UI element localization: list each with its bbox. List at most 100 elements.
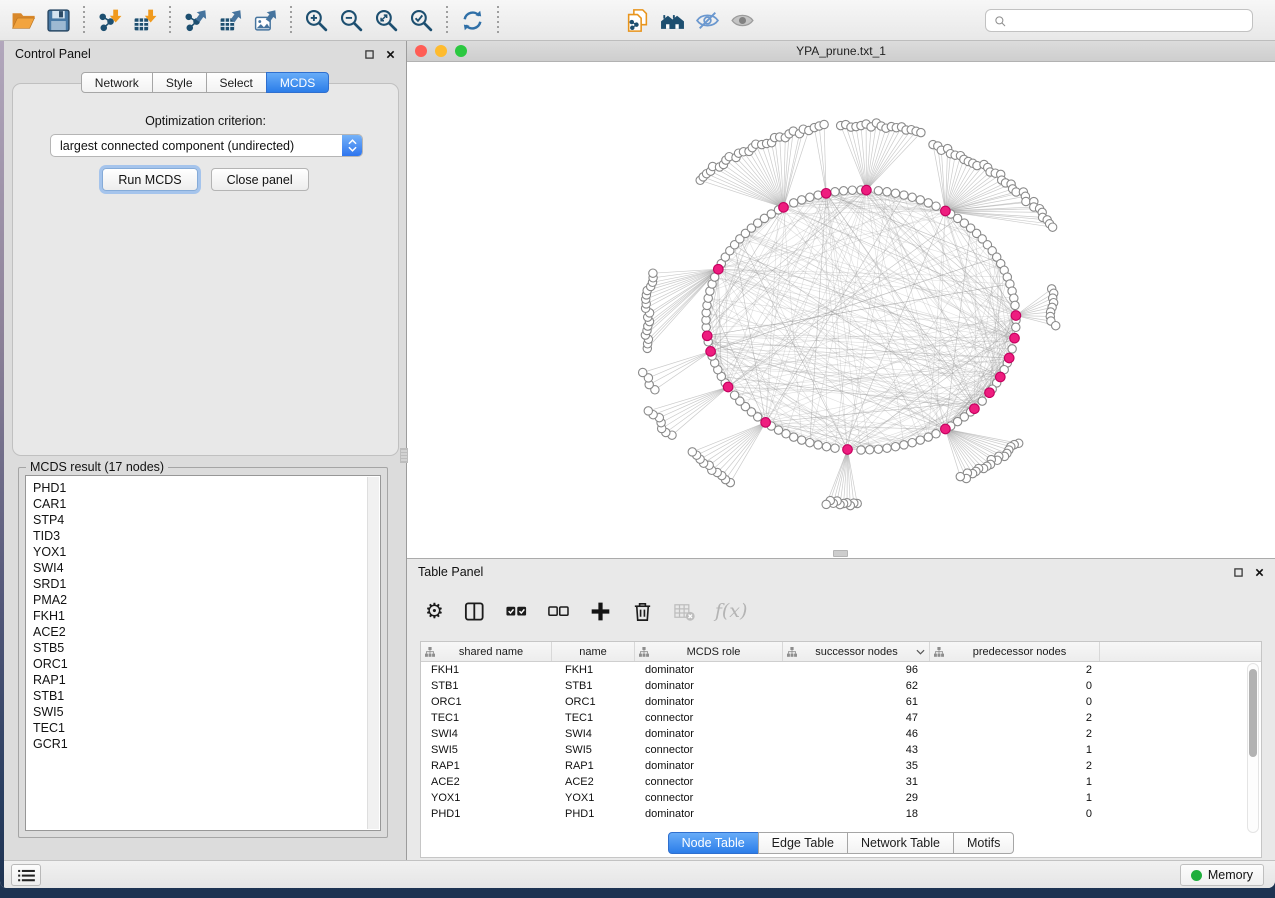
mcds-result-node[interactable]: PMA2	[33, 592, 380, 608]
tab-style[interactable]: Style	[152, 72, 207, 93]
column-header-shared-name[interactable]: shared name	[421, 642, 552, 661]
mcds-result-node[interactable]: TID3	[33, 528, 380, 544]
network-graph-canvas[interactable]	[407, 62, 1275, 558]
table-cell[interactable]: RAP1	[552, 758, 635, 774]
tab-select[interactable]: Select	[206, 72, 267, 93]
table-cell[interactable]: 2	[930, 726, 1100, 742]
graph-node[interactable]	[1008, 345, 1016, 353]
table-cell[interactable]: dominator	[635, 806, 783, 822]
table-cell[interactable]: 96	[783, 662, 930, 678]
apply-layout-button[interactable]	[457, 5, 488, 36]
table-cell[interactable]: STB1	[552, 678, 635, 694]
table-cell[interactable]: RAP1	[421, 758, 552, 774]
graph-node[interactable]	[874, 187, 882, 195]
tab-edge-table[interactable]: Edge Table	[758, 832, 848, 854]
graph-node[interactable]	[932, 430, 940, 438]
graph-node[interactable]	[900, 191, 908, 199]
table-cell[interactable]: 1	[930, 790, 1100, 806]
graph-node[interactable]	[1022, 197, 1030, 205]
mcds-result-node[interactable]: FKH1	[33, 608, 380, 624]
close-panel-icon[interactable]	[386, 50, 395, 59]
graph-node[interactable]	[831, 444, 839, 452]
export-table-button[interactable]	[215, 5, 246, 36]
mcds-hub-node[interactable]	[941, 424, 951, 434]
zoom-fit-button[interactable]	[371, 5, 402, 36]
table-cell[interactable]: SWI4	[552, 726, 635, 742]
export-image-button[interactable]	[250, 5, 281, 36]
graph-node[interactable]	[688, 448, 696, 456]
graph-node[interactable]	[1048, 223, 1056, 231]
zoom-out-button[interactable]	[336, 5, 367, 36]
table-cell[interactable]: connector	[635, 774, 783, 790]
table-cell[interactable]: 62	[783, 678, 930, 694]
table-cell[interactable]: 0	[930, 678, 1100, 694]
add-row-button[interactable]	[589, 600, 612, 623]
graph-node[interactable]	[908, 439, 916, 447]
graph-node[interactable]	[822, 443, 830, 451]
table-cell[interactable]: 47	[783, 710, 930, 726]
table-cell[interactable]: PHD1	[552, 806, 635, 822]
table-cell[interactable]: ACE2	[552, 774, 635, 790]
graph-node[interactable]	[798, 436, 806, 444]
mcds-result-node[interactable]: STB5	[33, 640, 380, 656]
mcds-result-node[interactable]: CAR1	[33, 496, 380, 512]
graph-node[interactable]	[1052, 322, 1060, 330]
graph-node[interactable]	[883, 444, 891, 452]
hide-selected-button[interactable]	[692, 5, 723, 36]
mcds-result-node[interactable]: SRD1	[33, 576, 380, 592]
table-cell[interactable]: dominator	[635, 726, 783, 742]
mcds-hub-node[interactable]	[723, 382, 733, 392]
graph-node[interactable]	[814, 441, 822, 449]
table-cell[interactable]: 43	[783, 742, 930, 758]
table-cell[interactable]: 1	[930, 742, 1100, 758]
mcds-hub-node[interactable]	[985, 388, 995, 398]
mcds-result-node[interactable]: ORC1	[33, 656, 380, 672]
graph-node[interactable]	[874, 445, 882, 453]
graph-node[interactable]	[820, 120, 828, 128]
table-row[interactable]: ACE2ACE2connector311	[421, 774, 1261, 790]
graph-node[interactable]	[891, 189, 899, 197]
splitter-grip-vertical[interactable]	[400, 448, 408, 463]
table-cell[interactable]: FKH1	[552, 662, 635, 678]
graph-node[interactable]	[639, 368, 647, 376]
open-file-button[interactable]	[8, 5, 39, 36]
table-cell[interactable]: SWI4	[421, 726, 552, 742]
graph-node[interactable]	[806, 193, 814, 201]
table-cell[interactable]: SWI5	[421, 742, 552, 758]
table-cell[interactable]: ORC1	[421, 694, 552, 710]
column-header-successor-nodes[interactable]: successor nodes	[783, 642, 930, 661]
table-cell[interactable]: STB1	[421, 678, 552, 694]
table-row[interactable]: SWI4SWI4dominator462	[421, 726, 1261, 742]
mcds-result-node[interactable]: RAP1	[33, 672, 380, 688]
delete-rows-button[interactable]	[631, 600, 654, 623]
mcds-hub-node[interactable]	[702, 331, 712, 341]
column-header-predecessor-nodes[interactable]: predecessor nodes	[930, 642, 1100, 661]
mcds-hub-node[interactable]	[821, 189, 831, 199]
mcds-result-node[interactable]: PHD1	[33, 480, 380, 496]
graph-node[interactable]	[891, 443, 899, 451]
table-cell[interactable]: FKH1	[421, 662, 552, 678]
table-row[interactable]: ORC1ORC1dominator610	[421, 694, 1261, 710]
graph-node[interactable]	[806, 439, 814, 447]
table-cell[interactable]: 46	[783, 726, 930, 742]
table-cell[interactable]: PHD1	[421, 806, 552, 822]
first-neighbors-button[interactable]	[657, 5, 688, 36]
mcds-hub-node[interactable]	[1011, 311, 1021, 321]
mcds-hub-node[interactable]	[970, 404, 980, 414]
mcds-hub-node[interactable]	[843, 445, 853, 455]
mcds-result-node[interactable]: STP4	[33, 512, 380, 528]
table-row[interactable]: RAP1RAP1dominator352	[421, 758, 1261, 774]
mcds-hub-node[interactable]	[862, 185, 872, 195]
table-cell[interactable]: 1	[930, 774, 1100, 790]
tab-network-table[interactable]: Network Table	[847, 832, 954, 854]
graph-node[interactable]	[916, 196, 924, 204]
graph-node[interactable]	[900, 441, 908, 449]
tab-mcds[interactable]: MCDS	[266, 72, 329, 93]
float-panel-icon[interactable]	[1234, 568, 1243, 577]
mcds-result-node[interactable]: SWI5	[33, 704, 380, 720]
mcds-result-node[interactable]: TEC1	[33, 720, 380, 736]
graph-node[interactable]	[924, 199, 932, 207]
mcds-result-list[interactable]: PHD1CAR1STP4TID3YOX1SWI4SRD1PMA2FKH1ACE2…	[25, 475, 381, 831]
graph-node[interactable]	[978, 397, 986, 405]
table-cell[interactable]: dominator	[635, 694, 783, 710]
